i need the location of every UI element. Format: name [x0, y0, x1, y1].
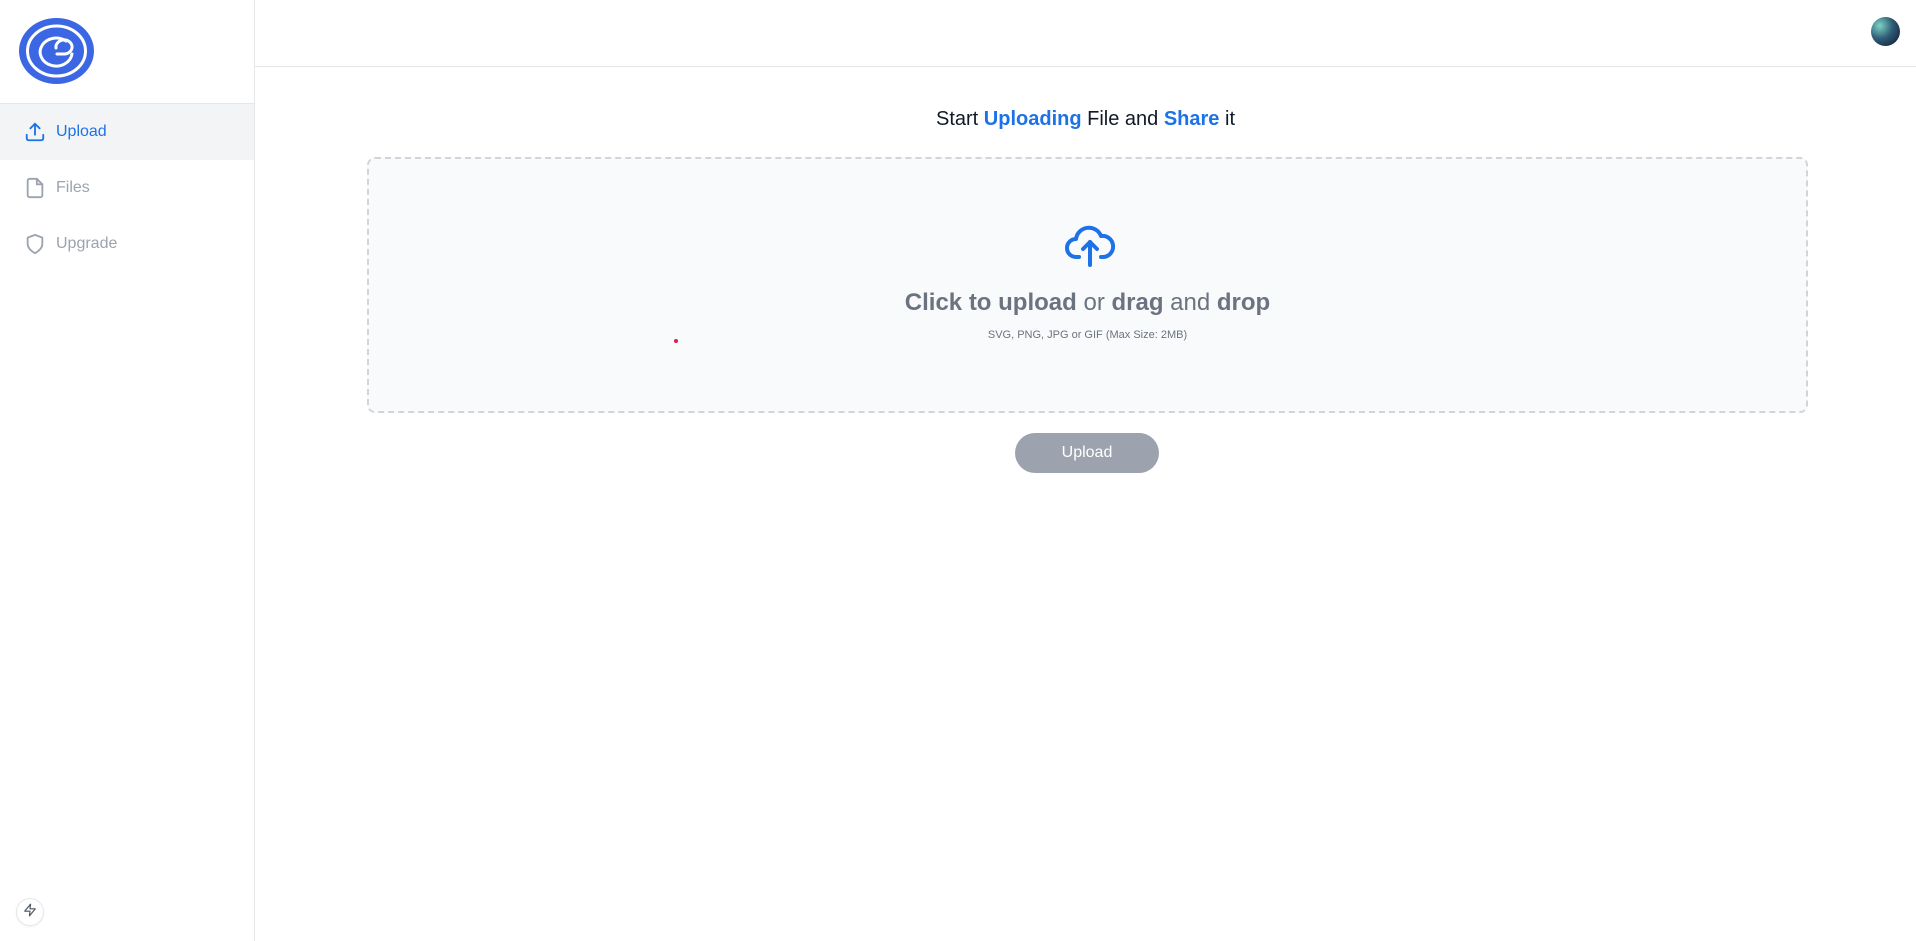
- sidebar: Upload Files Upgrade: [0, 0, 255, 941]
- title-share: Share: [1163, 108, 1220, 130]
- sidebar-nav: Upload Files Upgrade: [0, 104, 254, 272]
- bolt-button[interactable]: [16, 898, 44, 926]
- dz-and: and: [1170, 289, 1211, 316]
- cloud-upload-icon: [1065, 225, 1116, 267]
- dz-drag: drag: [1111, 289, 1164, 316]
- dropzone-hint: SVG, PNG, JPG or GIF (Max Size: 2MB): [987, 329, 1188, 341]
- sidebar-item-files[interactable]: Files: [0, 160, 254, 216]
- sidebar-item-label: Files: [56, 179, 90, 196]
- sidebar-item-upload[interactable]: Upload: [0, 104, 254, 160]
- page-title: Start Uploading File and Share it: [255, 108, 1916, 131]
- title-it: it: [1225, 108, 1235, 130]
- lightning-icon: [23, 903, 37, 922]
- file-dropzone[interactable]: Click to upload or drag and drop SVG, PN…: [367, 157, 1808, 413]
- top-bar: [255, 0, 1916, 67]
- shield-icon: [24, 233, 46, 255]
- sidebar-item-upgrade[interactable]: Upgrade: [0, 216, 254, 272]
- sidebar-item-label: Upgrade: [56, 235, 118, 252]
- upload-button[interactable]: Upload: [1015, 433, 1159, 473]
- title-start: Start: [935, 108, 979, 130]
- sidebar-item-label: Upload: [56, 123, 107, 140]
- app-logo[interactable]: [19, 18, 94, 84]
- title-uploading: Uploading: [983, 108, 1082, 130]
- file-icon: [24, 177, 46, 199]
- app-root: Upload Files Upgrade Start Uploading Fil…: [0, 0, 1916, 941]
- dropzone-title: Click to upload or drag and drop: [369, 289, 1806, 317]
- cursor-dot: [674, 339, 678, 343]
- dz-click-to-upload: Click to upload: [904, 289, 1077, 316]
- upload-icon: [24, 121, 46, 143]
- title-file-and: File and: [1087, 108, 1159, 130]
- sidebar-header: [0, 0, 254, 104]
- dz-or: or: [1083, 289, 1105, 316]
- avatar[interactable]: [1871, 17, 1900, 46]
- dz-drop: drop: [1216, 289, 1271, 316]
